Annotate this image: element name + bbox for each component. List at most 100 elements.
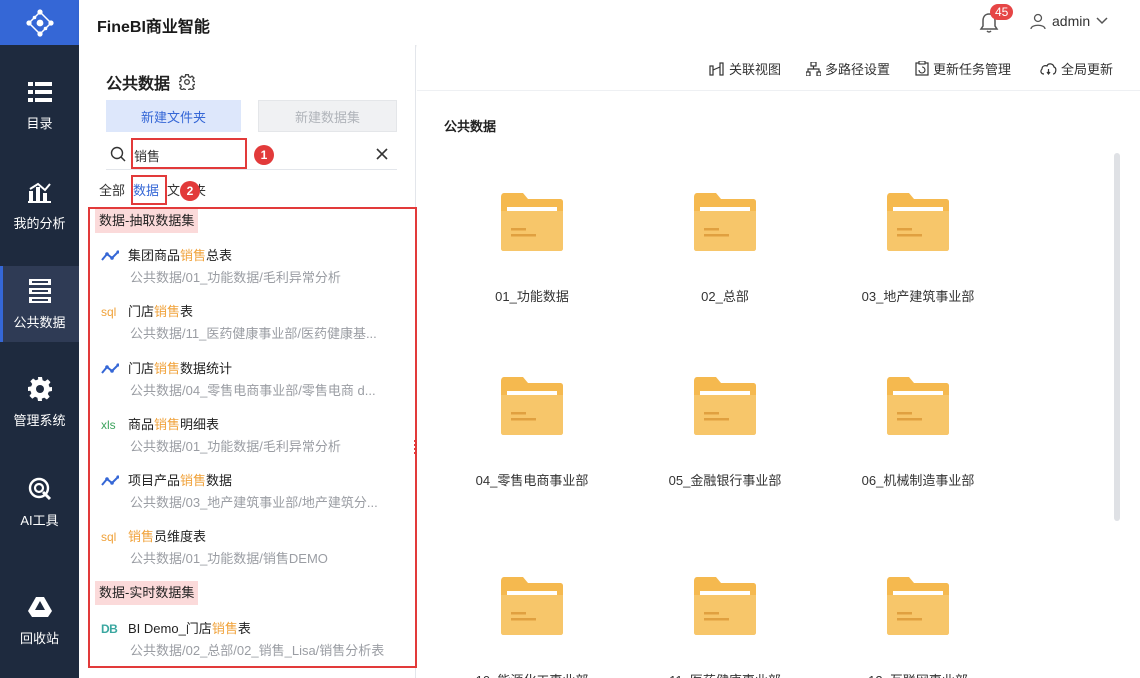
folder-item[interactable]: 10_能源化工事业部 <box>452 577 612 678</box>
folder-item[interactable]: 01_功能数据 <box>452 193 612 304</box>
main-toolbar: 关联视图 多路径设置 更新任务管理 全局更新 <box>417 45 1140 91</box>
update-tasks-button[interactable]: 更新任务管理 <box>915 59 1011 78</box>
folder-icon <box>501 377 563 435</box>
search-icon <box>110 146 126 162</box>
annotation-marker-1: 1 <box>254 145 274 165</box>
notification-badge: 45 <box>990 4 1014 20</box>
annotation-box-data-tab <box>131 175 167 205</box>
result-name: 项目产品销售数据 <box>128 473 233 488</box>
user-menu[interactable]: admin <box>1030 13 1108 29</box>
folder-label: 06_机械制造事业部 <box>861 473 975 488</box>
relation-view-button[interactable]: 关联视图 <box>709 59 781 78</box>
folder-item[interactable]: 11_医药健康事业部 <box>645 577 805 678</box>
folder-item[interactable]: 03_地产建筑事业部 <box>838 193 998 304</box>
cloud-refresh-icon <box>1040 62 1057 75</box>
nav-item-my-analysis[interactable]: 我的分析 <box>0 167 79 243</box>
recycle-icon <box>27 594 53 620</box>
result-path: 公共数据/02_总部/02_销售_Lisa/销售分析表 <box>130 643 385 658</box>
left-nav: 目录 我的分析 公共数据 管理系统 AI工具 回收站 <box>0 0 79 678</box>
nav-item-ai-tool[interactable]: AI工具 <box>0 464 79 540</box>
folder-label: 03_地产建筑事业部 <box>861 289 975 304</box>
app-title: FineBI商业智能 <box>97 19 210 36</box>
result-name: 商品销售明细表 <box>128 417 220 432</box>
folder-item[interactable]: 12_互联网事业部 <box>838 577 998 678</box>
data-panel: 公共数据 新建文件夹 新建数据集 1 全部 数据 文件夹 2 数据-抽取数据集 … <box>79 45 417 678</box>
global-update-button[interactable]: 全局更新 <box>1040 59 1113 78</box>
folder-item[interactable]: 04_零售电商事业部 <box>452 377 612 488</box>
folder-icon <box>694 193 756 251</box>
result-path: 公共数据/03_地产建筑事业部/地产建筑分... <box>130 495 378 510</box>
panel-title-text: 公共数据 <box>106 76 171 93</box>
folder-label: 11_医药健康事业部 <box>645 670 805 678</box>
result-item[interactable]: 集团商品销售总表 公共数据/01_功能数据/毛利异常分析 <box>101 245 401 295</box>
chart-dataset-icon <box>101 248 121 264</box>
folder-label: 10_能源化工事业部 <box>452 670 612 678</box>
sql-dataset-icon: sql <box>101 305 117 319</box>
tab-all[interactable]: 全部 <box>99 180 125 202</box>
multi-path-button[interactable]: 多路径设置 <box>806 59 890 78</box>
result-name: 门店销售表 <box>128 304 194 319</box>
folder-icon <box>694 377 756 435</box>
result-name: 集团商品销售总表 <box>128 248 233 263</box>
nav-item-management[interactable]: 管理系统 <box>0 364 79 440</box>
settings-gear-icon[interactable] <box>179 74 196 90</box>
result-path: 公共数据/11_医药健康事业部/医药健康基... <box>130 326 377 341</box>
hierarchy-icon <box>806 61 821 76</box>
result-name: BI Demo_门店销售表 <box>128 621 251 636</box>
result-item[interactable]: 门店销售数据统计 公共数据/04_零售电商事业部/零售电商 d... <box>101 358 401 408</box>
folder-label: 12_互联网事业部 <box>838 670 998 678</box>
logo-icon <box>25 8 54 37</box>
result-item[interactable]: 项目产品销售数据 公共数据/03_地产建筑事业部/地产建筑分... <box>101 470 401 520</box>
folder-item[interactable]: 06_机械制造事业部 <box>838 377 998 488</box>
nav-item-recycle-bin[interactable]: 回收站 <box>0 582 79 658</box>
group-header-extract: 数据-抽取数据集 <box>95 209 199 233</box>
chart-dataset-icon <box>101 473 121 489</box>
app-logo[interactable] <box>0 0 79 45</box>
annotation-box-search <box>131 138 247 169</box>
list-icon <box>27 79 53 105</box>
result-path: 公共数据/01_功能数据/毛利异常分析 <box>130 439 341 454</box>
folder-label: 04_零售电商事业部 <box>475 473 589 488</box>
new-dataset-button[interactable]: 新建数据集 <box>258 100 397 132</box>
ai-tool-icon <box>27 476 53 502</box>
folder-label: 01_功能数据 <box>495 289 569 304</box>
folder-icon <box>501 577 563 635</box>
gear-icon <box>27 376 53 402</box>
nav-item-catalog[interactable]: 目录 <box>0 67 79 143</box>
folder-item[interactable]: 05_金融银行事业部 <box>645 377 805 488</box>
new-folder-button[interactable]: 新建文件夹 <box>106 100 241 132</box>
result-item[interactable]: xls 商品销售明细表 公共数据/01_功能数据/毛利异常分析 <box>101 414 401 464</box>
main-scrollbar[interactable] <box>1114 153 1120 521</box>
nav-label: 我的分析 <box>13 215 66 231</box>
db-dataset-icon: DB <box>101 622 118 636</box>
result-item[interactable]: DB BI Demo_门店销售表 公共数据/02_总部/02_销售_Lisa/销… <box>101 618 401 668</box>
folder-icon <box>694 577 756 635</box>
group-header-realtime: 数据-实时数据集 <box>95 581 199 605</box>
chart-dataset-icon <box>101 361 121 377</box>
excel-dataset-icon: xls <box>101 418 116 432</box>
result-item[interactable]: sql 销售员维度表 公共数据/01_功能数据/销售DEMO <box>101 526 401 576</box>
result-item[interactable]: sql 门店销售表 公共数据/11_医药健康事业部/医药健康基... <box>101 301 401 351</box>
folder-item[interactable]: 02_总部 <box>645 193 805 304</box>
result-path: 公共数据/01_功能数据/销售DEMO <box>130 551 328 566</box>
main-content: 公共数据 01_功能数据 02_总部 03_地产建筑事业部 04_零售电商事业部… <box>417 91 1140 678</box>
top-header: FineBI商业智能 45 admin <box>79 0 1140 45</box>
nav-label: 回收站 <box>19 630 59 646</box>
folder-icon <box>887 577 949 635</box>
chart-icon <box>27 179 53 205</box>
result-path: 公共数据/01_功能数据/毛利异常分析 <box>130 270 341 285</box>
nav-label: 管理系统 <box>13 412 66 428</box>
folder-icon <box>501 193 563 251</box>
user-icon <box>1030 13 1046 29</box>
sql-dataset-icon: sql <box>101 530 117 544</box>
nav-label: 公共数据 <box>13 314 66 330</box>
nav-label: 目录 <box>26 115 53 131</box>
nav-label: AI工具 <box>20 512 59 528</box>
result-path: 公共数据/04_零售电商事业部/零售电商 d... <box>130 383 376 398</box>
database-icon <box>27 278 53 304</box>
search-results: 数据-抽取数据集 集团商品销售总表 公共数据/01_功能数据/毛利异常分析 sq… <box>89 208 416 668</box>
nav-item-public-data[interactable]: 公共数据 <box>0 266 79 342</box>
annotation-marker-2: 2 <box>180 181 200 201</box>
close-icon[interactable] <box>376 148 388 160</box>
folder-icon <box>887 193 949 251</box>
